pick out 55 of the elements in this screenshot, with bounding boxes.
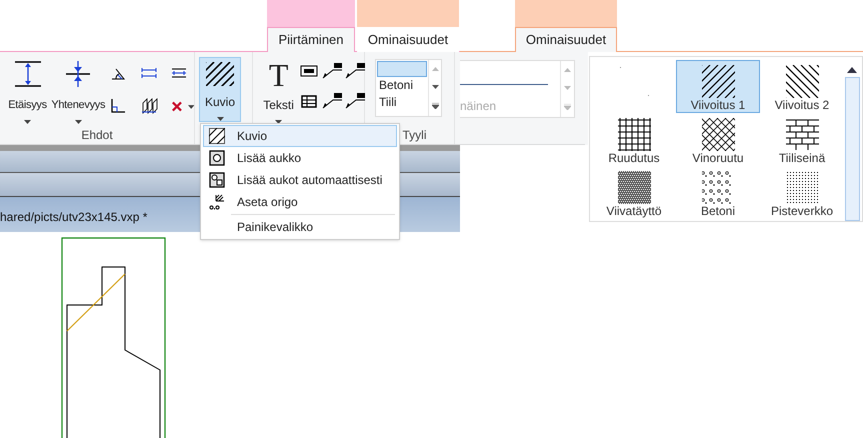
group-label: Ehdot [81, 127, 113, 144]
caret-icon [74, 120, 82, 124]
hatch-icon [209, 128, 225, 144]
pattern-button[interactable]: Kuvio [199, 57, 241, 122]
hatch-icon [206, 62, 234, 86]
dense-fill-icon [618, 171, 650, 204]
leader-text-icon[interactable] [321, 92, 344, 110]
ribbon-button[interactable]: Yhtenevyys [50, 57, 106, 124]
diagonal-hatch-icon [786, 65, 818, 98]
coincide-icon [64, 60, 92, 88]
delete-icon[interactable] [170, 100, 183, 113]
hatched-holes-icon [209, 172, 225, 188]
menu-item[interactable]: Aseta origo [203, 191, 397, 213]
leader-text-icon[interactable] [344, 62, 366, 80]
scroll-up-icon[interactable] [847, 67, 857, 73]
hatched-walls-icon[interactable] [140, 98, 159, 114]
gallery-item[interactable]: Viivoitus 1 [676, 60, 760, 113]
style-item[interactable]: Betoni [377, 77, 428, 94]
menu-item[interactable]: Kuvio [203, 125, 397, 147]
expand-icon[interactable] [432, 103, 439, 109]
diagonal-hatch-icon [702, 65, 734, 98]
brick-pattern-icon [786, 118, 818, 151]
grid-pattern-icon [618, 118, 650, 151]
ribbon-tab[interactable]: Piirtäminen [267, 27, 355, 52]
style-item[interactable]: Tiili [377, 94, 428, 111]
menu-item[interactable]: Lisää aukko [203, 147, 397, 169]
right-angle-icon[interactable] [110, 98, 126, 114]
scrollbar-thumb[interactable] [844, 77, 860, 221]
gallery-item[interactable]: Pisteverkko [760, 166, 844, 219]
ribbon-tab[interactable]: Ominaisuudet [515, 27, 617, 52]
distance-icon [12, 60, 43, 88]
style-list[interactable]: Betoni Tiili [375, 59, 442, 117]
gallery-item[interactable]: Viivatäyttö [592, 166, 676, 219]
hatched-hole-icon [209, 150, 225, 166]
gallery-item[interactable]: Betoni [676, 166, 760, 219]
caret-icon [216, 117, 224, 121]
origin-icon [209, 194, 225, 210]
horizontal-dimension-icon[interactable] [140, 65, 157, 81]
gallery-item[interactable]: Viivoitus 2 [760, 60, 844, 113]
gallery-item[interactable]: Vinoruutu [676, 113, 760, 166]
text-icon: T [268, 60, 288, 90]
menu-item[interactable]: Lisää aukot automaattisesti [203, 169, 397, 191]
leader-text-icon[interactable] [321, 62, 344, 80]
gallery-item[interactable]: Ruudutus [592, 113, 676, 166]
menu-item[interactable]: Painikevalikko [203, 216, 397, 238]
leader-text-icon[interactable] [344, 92, 366, 110]
ribbon-button[interactable]: Etäisyys [5, 57, 50, 124]
group-label: Tyyli [402, 127, 426, 144]
gallery-item[interactable]: Tiiliseinä [760, 113, 844, 166]
diamond-grid-icon [702, 118, 734, 151]
file-title: hared/picts/utv23x145.vxp * [0, 208, 148, 226]
caret-icon [188, 104, 194, 108]
scroll-down-icon[interactable] [432, 85, 439, 89]
style-swatch [377, 61, 428, 77]
caret-icon [24, 120, 32, 124]
